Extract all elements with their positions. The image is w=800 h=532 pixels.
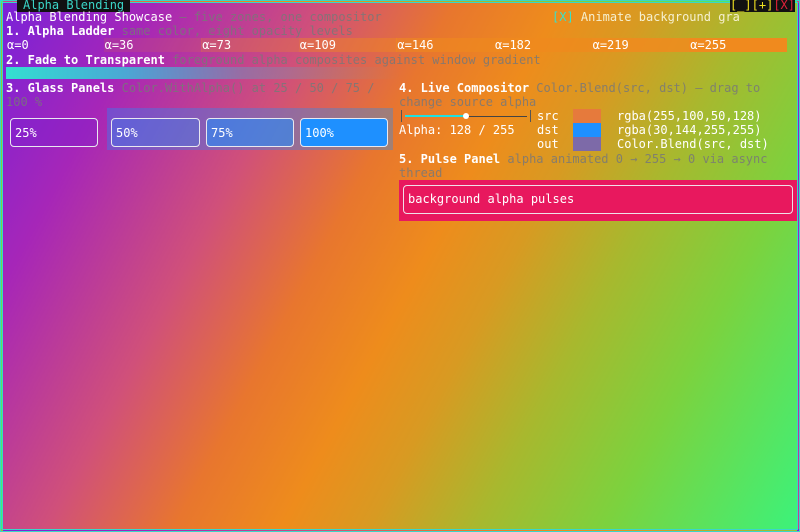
panel-label: 50% [116,126,138,140]
app-title: Alpha Blending Showcase [6,10,173,24]
panel-label: 75% [211,126,233,140]
ladder-cell: α=255 [689,38,788,52]
glass-panel-75: 75% [206,118,294,147]
ladder-desc: same color, eight opacity levels [121,24,353,38]
compositor-out-value: Color.Blend(src, dst) [617,137,769,151]
ladder-cell: α=73 [201,38,300,52]
app-window: Alpha Blending [_][+][X] Alpha Blending … [0,0,800,532]
compositor-src-swatch [573,109,601,123]
fade-desc: foreground alpha composites against wind… [172,53,541,67]
alpha-readout: Alpha: 128 / 255 [399,123,515,137]
panel-label: 100% [305,126,334,140]
compositor-out-swatch [573,137,601,151]
pulse-desc: alpha animated 0 → 255 → 0 via async [507,152,768,166]
pulse-inner: background alpha pulses [403,185,793,214]
compositor-dst-swatch [573,123,601,137]
compositor-desc-cont: change source alpha [399,95,537,109]
compositor-dst-label: dst [537,123,559,137]
checkbox-box[interactable]: [X] [552,10,574,24]
compositor-src-label: src [537,109,559,123]
glass-title: 3. Glass Panels [6,81,115,95]
animate-checkbox[interactable]: [X] Animate background gra [552,10,740,24]
compositor-out-label: out [537,137,559,151]
app-subtitle: — five zones, one compositor [179,10,382,24]
ladder-cell: α=219 [591,38,690,52]
compositor-src-value: rgba(255,100,50,128) [617,109,762,123]
maximize-button[interactable]: [+] [751,0,774,12]
glass-panel-50: 50% [111,118,200,147]
fade-title: 2. Fade to Transparent [6,53,165,67]
glass-panel-100: 100% [300,118,388,147]
ladder-cell: α=36 [103,38,202,52]
compositor-desc: Color.Blend(src, dst) — drag to [536,81,761,95]
slider-knob[interactable] [463,113,470,119]
pulse-label: background alpha pulses [408,192,575,206]
glass-desc: Color.WithAlpha() at 25 / 50 / 75 / [121,81,375,95]
panel-label: 25% [15,126,37,140]
pulse-desc-cont: thread [399,166,443,180]
compositor-dst-value: rgba(30,144,255,255) [617,123,762,137]
animate-label: Animate background gra [580,10,740,24]
compositor-title: 4. Live Compositor [399,81,530,95]
ladder-title: 1. Alpha Ladder [6,24,115,38]
pulse-title: 5. Pulse Panel [399,152,501,166]
glass-panel-25: 25% [10,118,98,147]
ladder-cell: α=146 [396,38,495,52]
glass-desc-cont: 100 % [6,95,43,109]
alpha-slider[interactable] [401,109,531,123]
ladder-cell: α=109 [298,38,397,52]
ladder-cell: α=182 [494,38,592,52]
pulse-panel: background alpha pulses [399,180,797,221]
fade-gradient-bar [6,67,400,79]
close-button[interactable]: [X] [773,0,795,12]
ladder-cell: α=0 [7,38,29,52]
